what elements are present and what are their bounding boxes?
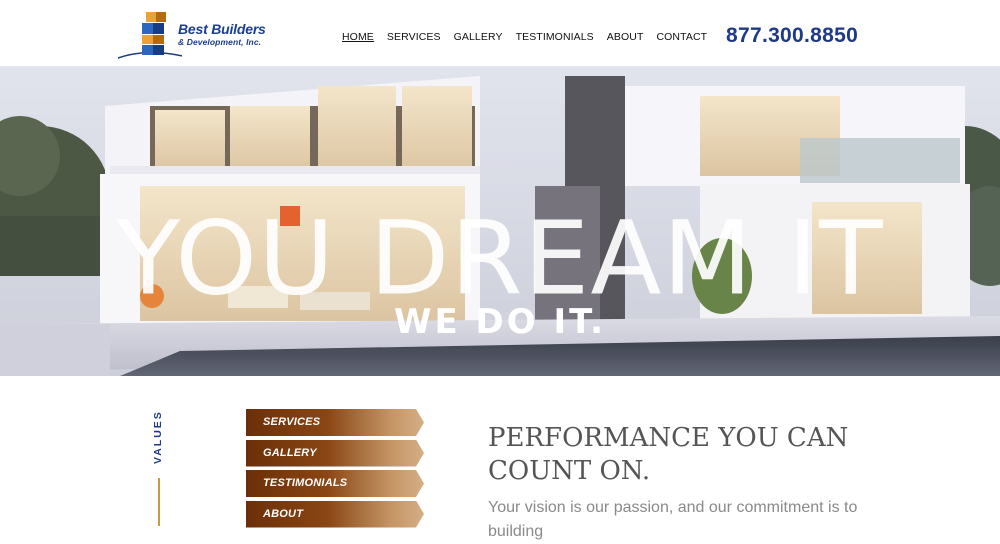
values-vertical-label: VALUES [142, 404, 176, 464]
site-header: Best Builders & Development, Inc. HOME S… [0, 0, 1000, 66]
nav-contact[interactable]: CONTACT [656, 31, 707, 43]
logo-text: Best Builders & Development, Inc. [178, 21, 266, 48]
side-menu-label: TESTIMONIALS [263, 477, 348, 489]
nav-services[interactable]: SERVICES [387, 31, 441, 43]
performance-text: Your vision is our passion, and our comm… [488, 499, 858, 540]
values-label-text: VALUES [152, 410, 164, 464]
nav-testimonials[interactable]: TESTIMONIALS [516, 31, 594, 43]
performance-heading: PERFORMANCE YOU CAN COUNT ON. [488, 423, 849, 486]
nav-gallery[interactable]: GALLERY [454, 31, 503, 43]
logo-name-line2: & Development, Inc. [178, 37, 262, 47]
side-menu-about[interactable]: ABOUT [246, 500, 424, 528]
side-menu: SERVICES GALLERY TESTIMONIALS ABOUT [246, 409, 426, 531]
logo-name-line1: Best Builders [178, 21, 266, 37]
side-menu-gallery[interactable]: GALLERY [246, 439, 424, 467]
brand-logo[interactable]: Best Builders & Development, Inc. [112, 8, 312, 64]
phone-number[interactable]: 877.300.8850 [726, 24, 858, 48]
hero-subtitle: WE DO IT. [393, 302, 607, 342]
hero-title: YOU DREAM IT [116, 198, 884, 318]
main-nav: HOME SERVICES GALLERY TESTIMONIALS ABOUT… [342, 31, 707, 43]
nav-home[interactable]: HOME [342, 31, 374, 43]
hero-banner: YOU DREAM IT WE DO IT. [0, 66, 1000, 376]
nav-about[interactable]: ABOUT [607, 31, 644, 43]
side-menu-testimonials[interactable]: TESTIMONIALS [246, 470, 424, 497]
side-menu-label: SERVICES [263, 416, 321, 428]
building-blocks-logo-icon [117, 12, 199, 61]
values-divider-line [158, 478, 160, 526]
side-menu-services[interactable]: SERVICES [246, 409, 424, 436]
side-menu-label: GALLERY [263, 446, 317, 459]
side-menu-label: ABOUT [263, 507, 304, 520]
